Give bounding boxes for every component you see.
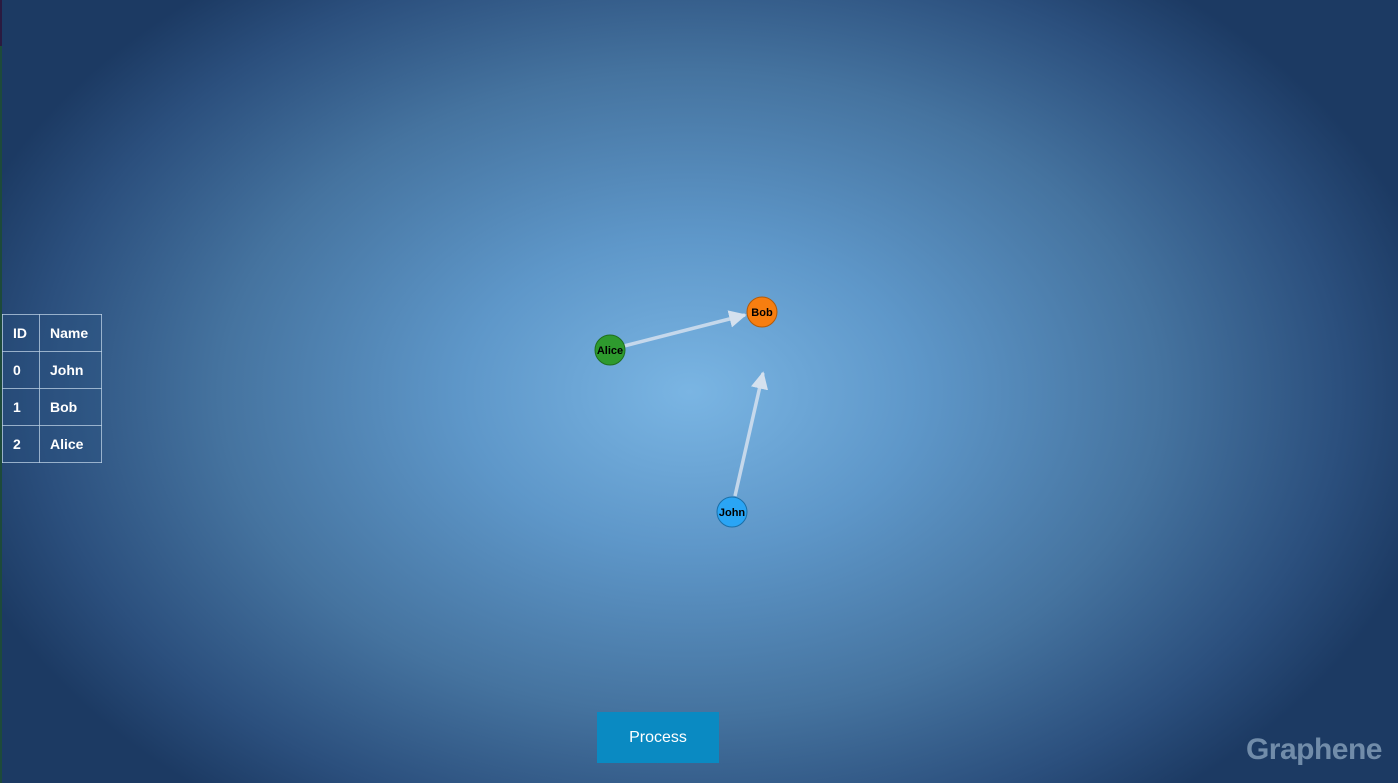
edge-john-bob bbox=[733, 371, 769, 497]
node-label: Alice bbox=[597, 345, 623, 357]
graph-node-bob[interactable]: Bob bbox=[746, 296, 778, 328]
node-label: John bbox=[719, 507, 746, 519]
graph-node-alice[interactable]: Alice bbox=[594, 334, 626, 366]
graphene-logo: Graphene bbox=[1245, 733, 1383, 766]
edge-alice-bob bbox=[623, 310, 747, 348]
graph-node-john[interactable]: John bbox=[716, 496, 748, 528]
node-label: Bob bbox=[751, 307, 773, 319]
process-button[interactable]: Process bbox=[597, 712, 719, 763]
graph-canvas[interactable]: Alice Bob John bbox=[0, 0, 1398, 783]
